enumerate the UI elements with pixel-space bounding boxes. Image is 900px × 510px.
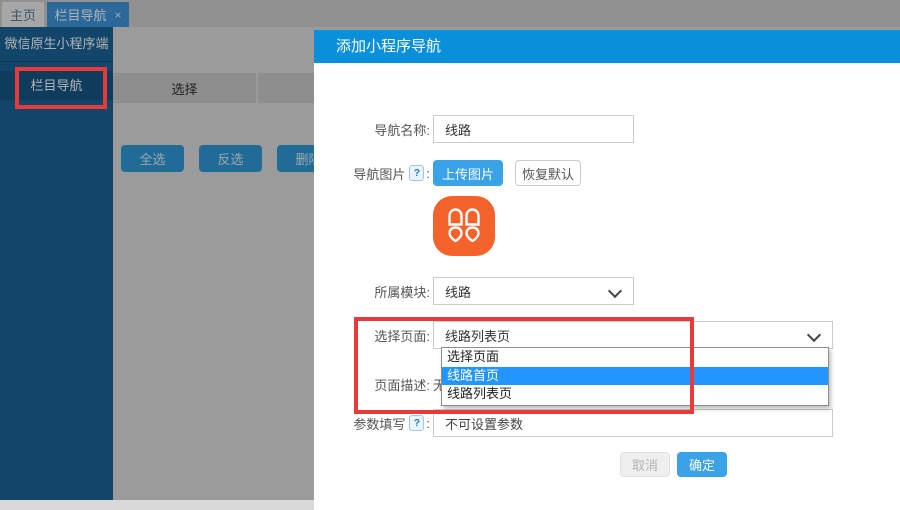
label-colon: : [426,166,430,181]
confirm-button[interactable]: 确定 [677,452,727,477]
module-select[interactable]: 线路 [433,277,634,305]
nav-image-row: 导航图片 ? : 上传图片 恢复默认 [314,160,581,186]
params-row: 参数填写 ? : 不可设置参数 [314,409,833,437]
help-icon[interactable]: ? [409,165,424,181]
chevron-down-icon [608,284,622,298]
params-input[interactable]: 不可设置参数 [433,409,833,437]
cancel-button[interactable]: 取消 [620,452,670,477]
chevron-down-icon [807,328,821,342]
add-nav-modal: 添加小程序导航 导航名称: 线路 导航图片 ? : 上传图片 恢复默认 所属模块… [314,30,900,510]
page-desc-label: 页面描述: [314,375,430,394]
page-select-dropdown: 选择页面 线路首页 线路列表页 [441,347,829,406]
help-icon[interactable]: ? [409,415,424,431]
params-label-text: 参数填写 [353,414,405,433]
upload-image-button[interactable]: 上传图片 [433,160,503,186]
module-row: 所属模块: 线路 [314,277,634,305]
restore-default-button[interactable]: 恢复默认 [515,160,581,186]
nav-name-input[interactable]: 线路 [433,115,634,143]
page-select[interactable]: 线路列表页 [433,321,833,349]
dropdown-option-list-page[interactable]: 线路列表页 [442,385,828,404]
dropdown-option-highlighted[interactable]: 线路首页 [442,367,828,386]
module-select-value: 线路 [445,282,471,301]
label-colon: : [426,416,430,431]
page-select-value: 线路列表页 [445,326,510,345]
modal-title: 添加小程序导航 [314,30,900,63]
nav-name-row: 导航名称: 线路 [314,115,634,143]
module-label: 所属模块: [314,282,430,301]
page-desc-row: 页面描述: 无 [314,370,446,398]
nav-image-label: 导航图片 ? : [314,164,430,183]
clover-app-icon [433,196,495,256]
nav-name-label: 导航名称: [314,120,430,139]
dropdown-option-placeholder[interactable]: 选择页面 [442,348,828,367]
nav-image-label-text: 导航图片 [353,164,405,183]
params-label: 参数填写 ? : [314,414,430,433]
page-select-label: 选择页面: [314,326,430,345]
page-select-row: 选择页面: 线路列表页 [314,321,833,349]
